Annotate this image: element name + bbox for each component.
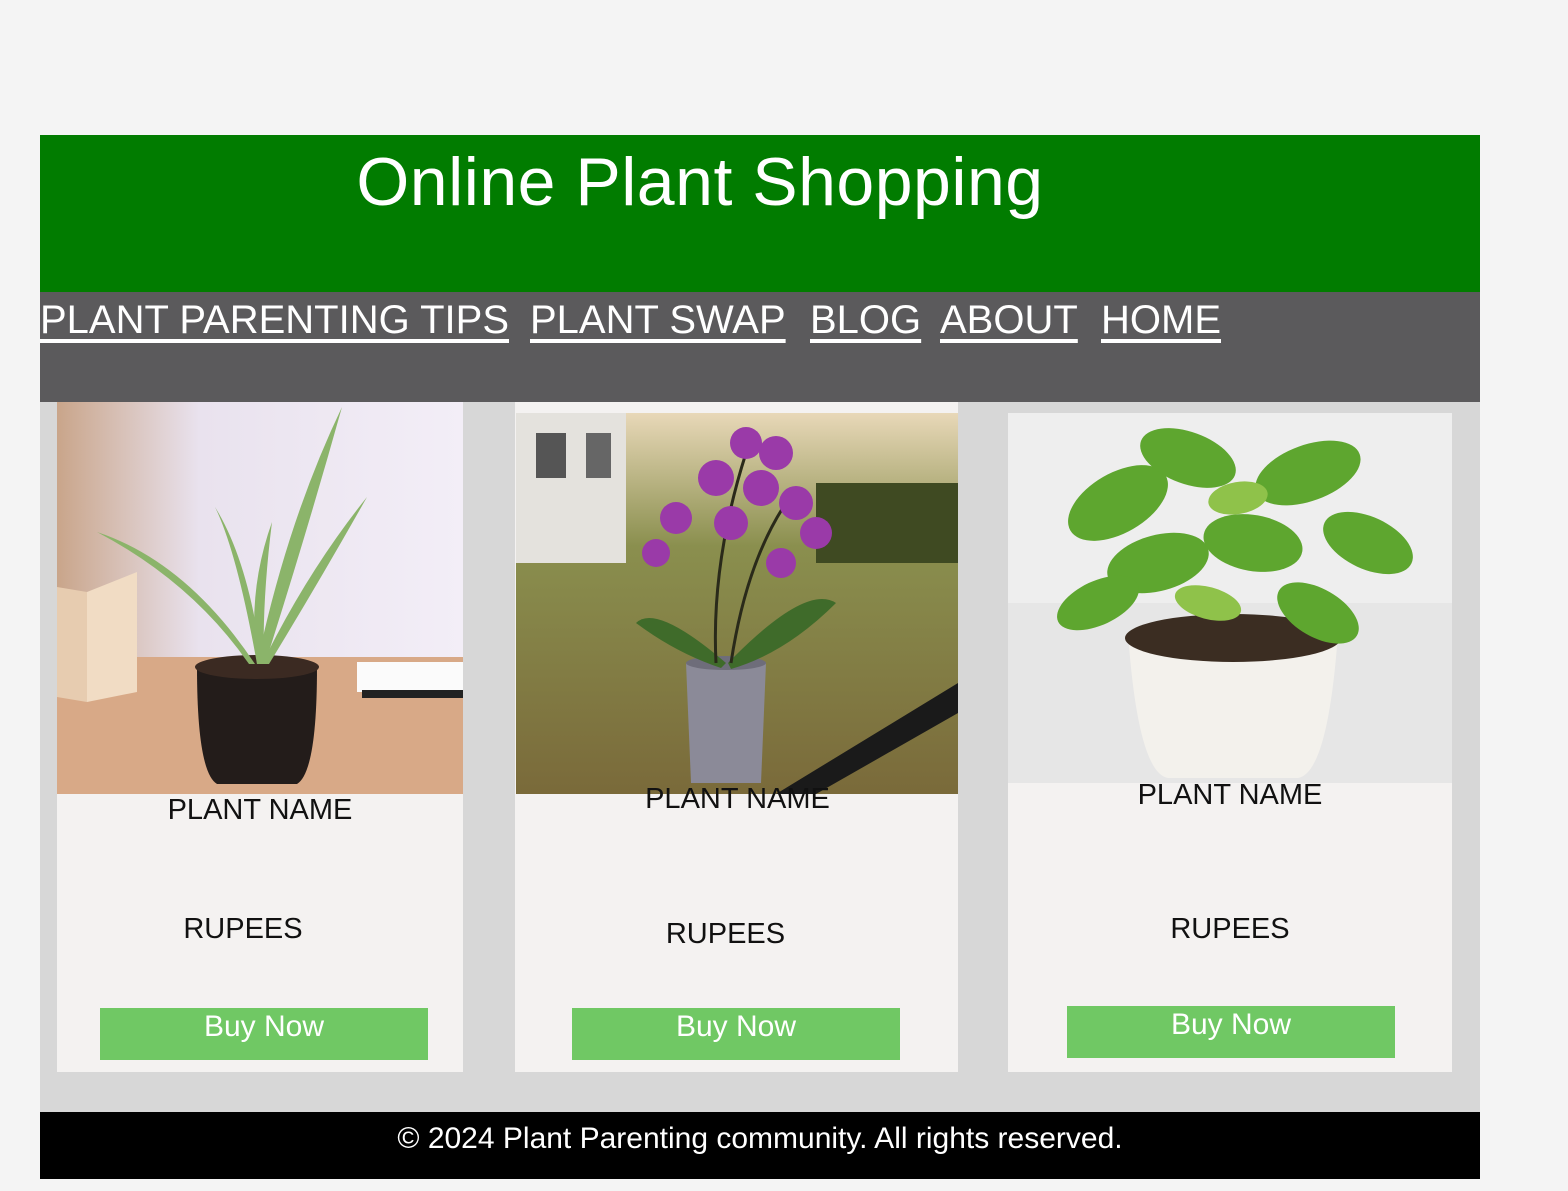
site-footer: © 2024 Plant Parenting community. All ri… [40, 1112, 1480, 1179]
content-spacer [40, 1092, 1480, 1112]
buy-now-button[interactable]: Buy Now [572, 1008, 900, 1060]
buy-now-button[interactable]: Buy Now [1067, 1006, 1395, 1058]
product-price: RUPEES [1170, 913, 1290, 945]
product-grid: PLANT NAME RUPEES Buy Now PLANT NAME RUP… [40, 402, 1480, 1092]
aloe-vera-plant-image [57, 402, 463, 794]
product-card: PLANT NAME RUPEES Buy Now [515, 402, 958, 1072]
page: Online Plant Shopping PLANT PARENTING TI… [40, 135, 1480, 1179]
money-plant-image [1008, 413, 1452, 783]
product-name: PLANT NAME [645, 783, 830, 815]
page-title: Online Plant Shopping [356, 144, 1044, 220]
product-card: PLANT NAME RUPEES Buy Now [57, 402, 463, 1072]
orchid-plant-image [516, 413, 958, 794]
nav-link-home[interactable]: HOME [1101, 298, 1221, 343]
site-header: Online Plant Shopping [40, 135, 1480, 292]
product-name: PLANT NAME [1137, 779, 1323, 811]
nav-link-about[interactable]: ABOUT [940, 298, 1078, 343]
nav-link-blog[interactable]: BLOG [810, 298, 921, 343]
nav-link-plant-swap[interactable]: PLANT SWAP [530, 298, 786, 343]
buy-now-button[interactable]: Buy Now [100, 1008, 428, 1060]
nav-link-plant-parenting-tips[interactable]: PLANT PARENTING TIPS [40, 298, 509, 343]
footer-copyright: © 2024 Plant Parenting community. All ri… [397, 1122, 1123, 1155]
product-price: RUPEES [183, 913, 303, 945]
nav-bar: PLANT PARENTING TIPS PLANT SWAP BLOG ABO… [40, 292, 1480, 402]
product-card: PLANT NAME RUPEES Buy Now [1008, 413, 1452, 1072]
product-price: RUPEES [665, 918, 786, 950]
product-name: PLANT NAME [167, 794, 353, 826]
